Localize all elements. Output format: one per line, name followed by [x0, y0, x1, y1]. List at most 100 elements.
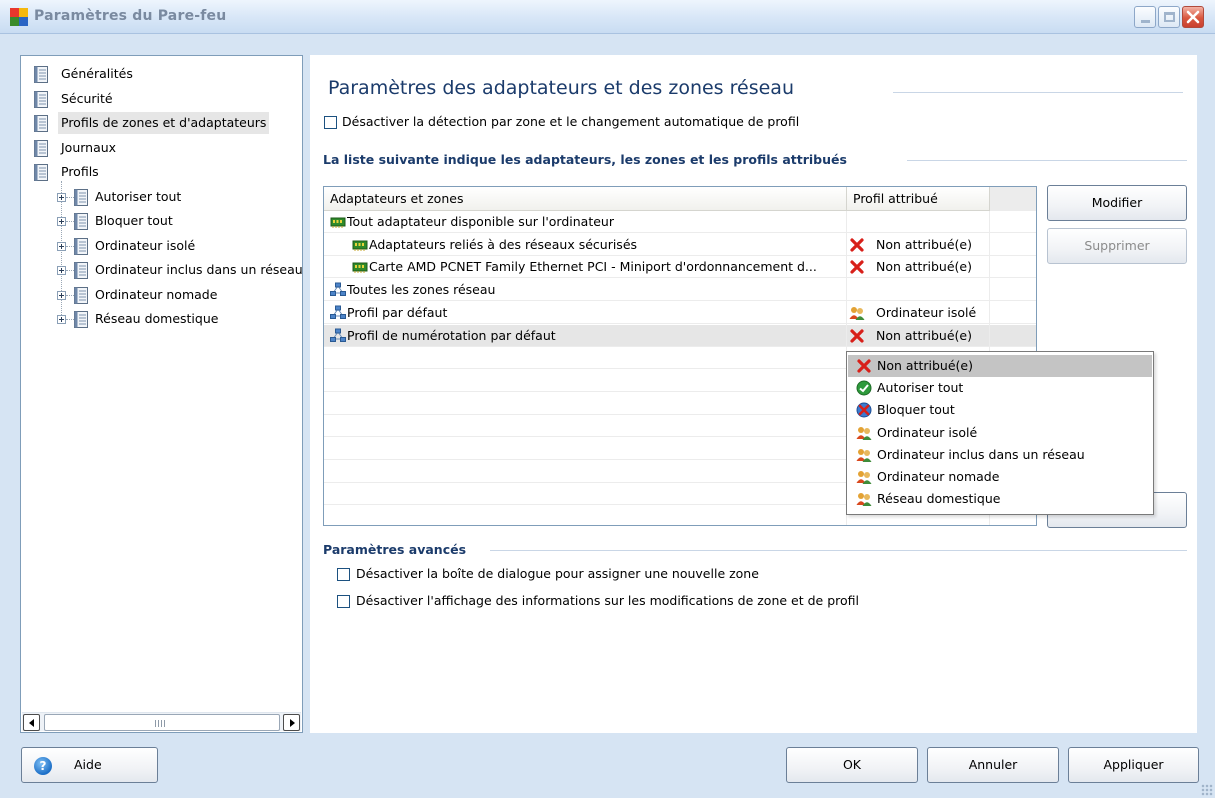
- dropdown-option-label: Ordinateur nomade: [877, 469, 1000, 484]
- sidebar-item[interactable]: Ordinateur isolé: [21, 235, 301, 257]
- network-adapter-icon: [352, 259, 368, 275]
- sidebar-item[interactable]: Profils de zones et d'adaptateurs: [21, 112, 301, 134]
- users-icon: [856, 491, 872, 507]
- expand-icon[interactable]: [57, 217, 66, 226]
- expand-icon[interactable]: [57, 192, 66, 202]
- sidebar-item[interactable]: Généralités: [21, 63, 301, 85]
- row-profile[interactable]: Ordinateur isolé: [876, 302, 988, 324]
- row-name: Carte AMD PCNET Family Ethernet PCI - Mi…: [369, 259, 817, 275]
- title-bar[interactable]: Paramètres du Pare-feu: [0, 0, 1215, 34]
- row-profile[interactable]: Non attribué(e): [876, 234, 988, 256]
- sidebar-item[interactable]: Bloquer tout: [21, 210, 301, 232]
- scroll-right-button[interactable]: [283, 714, 300, 731]
- users-icon: [856, 447, 872, 463]
- sidebar-item[interactable]: Réseau domestique: [21, 308, 301, 330]
- profile-doc-icon: [73, 188, 89, 206]
- sidebar-item-label: Profils de zones et d'adaptateurs: [58, 112, 270, 134]
- table-row[interactable]: Profil par défaut Ordinateur isolé: [324, 302, 1036, 324]
- network-zone-icon: [330, 282, 346, 298]
- table-row[interactable]: Profil de numérotation par défaut Non att…: [324, 324, 1036, 347]
- row-profile[interactable]: Non attribué(e): [876, 325, 988, 347]
- users-icon: [856, 425, 872, 441]
- modify-button[interactable]: Modifier: [1047, 185, 1187, 221]
- row-name: Adaptateurs reliés à des réseaux sécuris…: [369, 236, 638, 252]
- resize-grip[interactable]: [1201, 784, 1213, 796]
- disable-detection-checkbox[interactable]: [324, 116, 337, 129]
- profile-doc-icon: [73, 237, 89, 255]
- column-header-profile[interactable]: Profil attribué: [847, 187, 990, 211]
- scroll-left-button[interactable]: [23, 714, 40, 731]
- expand-icon[interactable]: [57, 290, 66, 300]
- expand-icon[interactable]: [57, 241, 66, 251]
- sidebar-item[interactable]: Profils: [21, 161, 301, 183]
- red-x-icon: [849, 237, 865, 253]
- table-row[interactable]: Carte AMD PCNET Family Ethernet PCI - Mi…: [324, 256, 1036, 279]
- section-doc-icon: [33, 139, 49, 157]
- disable-zone-info-checkbox[interactable]: [337, 595, 350, 608]
- maximize-button[interactable]: [1158, 6, 1180, 28]
- help-label: Aide: [74, 757, 102, 772]
- bottom-bar: ? Aide OK Annuler Appliquer: [0, 733, 1215, 798]
- apply-button[interactable]: Appliquer: [1068, 747, 1199, 783]
- table-row[interactable]: Toutes les zones réseau: [324, 279, 1036, 302]
- main-panel: Paramètres des adaptateurs et des zones …: [310, 55, 1197, 733]
- disable-detection-label[interactable]: Désactiver la détection par zone et le c…: [342, 114, 799, 129]
- sidebar-item-label: Ordinateur nomade: [95, 286, 218, 302]
- help-button[interactable]: ? Aide: [21, 747, 158, 783]
- dropdown-option[interactable]: Non attribué(e): [848, 355, 1152, 377]
- table-row[interactable]: Tout adaptateur disponible sur l'ordinat…: [324, 211, 1036, 233]
- arrow-right-icon: [290, 719, 295, 727]
- minimize-button[interactable]: [1134, 6, 1156, 28]
- profile-doc-icon: [73, 213, 89, 230]
- profile-doc-icon: [73, 311, 89, 328]
- ok-button[interactable]: OK: [786, 747, 918, 783]
- sidebar-item[interactable]: Ordinateur inclus dans un réseau: [21, 259, 303, 281]
- dropdown-option-label: Non attribué(e): [877, 358, 973, 373]
- profile-dropdown[interactable]: Non attribué(e) Autoriser tout Bloquer tou…: [846, 351, 1154, 515]
- network-adapter-icon: [330, 214, 346, 230]
- dropdown-option[interactable]: Réseau domestique: [848, 488, 1152, 510]
- dropdown-option[interactable]: Ordinateur isolé: [848, 422, 1152, 444]
- sidebar-item[interactable]: Autoriser tout: [21, 186, 301, 208]
- dropdown-option[interactable]: Ordinateur nomade: [848, 466, 1152, 488]
- dropdown-option[interactable]: Bloquer tout: [848, 399, 1152, 421]
- dropdown-option[interactable]: Ordinateur inclus dans un réseau: [848, 444, 1152, 466]
- sidebar-item[interactable]: Journaux: [21, 137, 301, 159]
- window-title: Paramètres du Pare-feu: [34, 8, 227, 24]
- section-doc-icon: [33, 90, 49, 108]
- sidebar-item-label: Sécurité: [61, 90, 113, 106]
- sidebar-item-label: Autoriser tout: [95, 188, 182, 204]
- red-x-icon: [849, 259, 865, 275]
- network-zone-icon: [330, 328, 346, 344]
- arrow-left-icon: [29, 719, 34, 727]
- list-header: Adaptateurs et zones Profil attribué: [324, 187, 1036, 211]
- section-doc-icon: [33, 66, 49, 83]
- sidebar-item[interactable]: Ordinateur nomade: [21, 284, 301, 306]
- expand-icon[interactable]: [57, 266, 66, 275]
- green-check-icon: [856, 380, 872, 396]
- dropdown-option[interactable]: Autoriser tout: [848, 377, 1152, 399]
- row-profile[interactable]: Non attribué(e): [876, 256, 988, 278]
- disable-new-zone-dialog-label[interactable]: Désactiver la boîte de dialogue pour ass…: [356, 566, 759, 581]
- profile-doc-icon: [73, 262, 89, 279]
- close-button[interactable]: [1182, 6, 1204, 28]
- cancel-button[interactable]: Annuler: [927, 747, 1059, 783]
- disable-zone-info-label[interactable]: Désactiver l'affichage des informations …: [356, 593, 859, 608]
- sidebar-item-label: Généralités: [61, 66, 133, 81]
- avg-logo-icon: [10, 8, 28, 26]
- section-doc-icon: [33, 115, 49, 132]
- table-row[interactable]: Adaptateurs reliés à des réseaux sécuris…: [324, 234, 1036, 256]
- sidebar-item[interactable]: Sécurité: [21, 88, 301, 110]
- disable-new-zone-dialog-checkbox[interactable]: [337, 568, 350, 581]
- delete-button[interactable]: Supprimer: [1047, 228, 1187, 264]
- firewall-settings-window: Paramètres du Pare-feu Généralités Sécuri…: [0, 0, 1215, 798]
- settings-tree[interactable]: Généralités Sécurité Profils de zones et d…: [20, 55, 303, 733]
- horizontal-scrollbar[interactable]: [22, 712, 301, 731]
- advanced-section-title: Paramètres avancés: [323, 542, 467, 557]
- row-name: Toutes les zones réseau: [347, 282, 496, 298]
- expand-icon[interactable]: [57, 315, 66, 324]
- column-header-adapters[interactable]: Adaptateurs et zones: [324, 187, 847, 211]
- dropdown-option-label: Réseau domestique: [877, 491, 1001, 507]
- scroll-thumb[interactable]: [44, 714, 280, 731]
- sidebar-item-label: Réseau domestique: [95, 311, 219, 326]
